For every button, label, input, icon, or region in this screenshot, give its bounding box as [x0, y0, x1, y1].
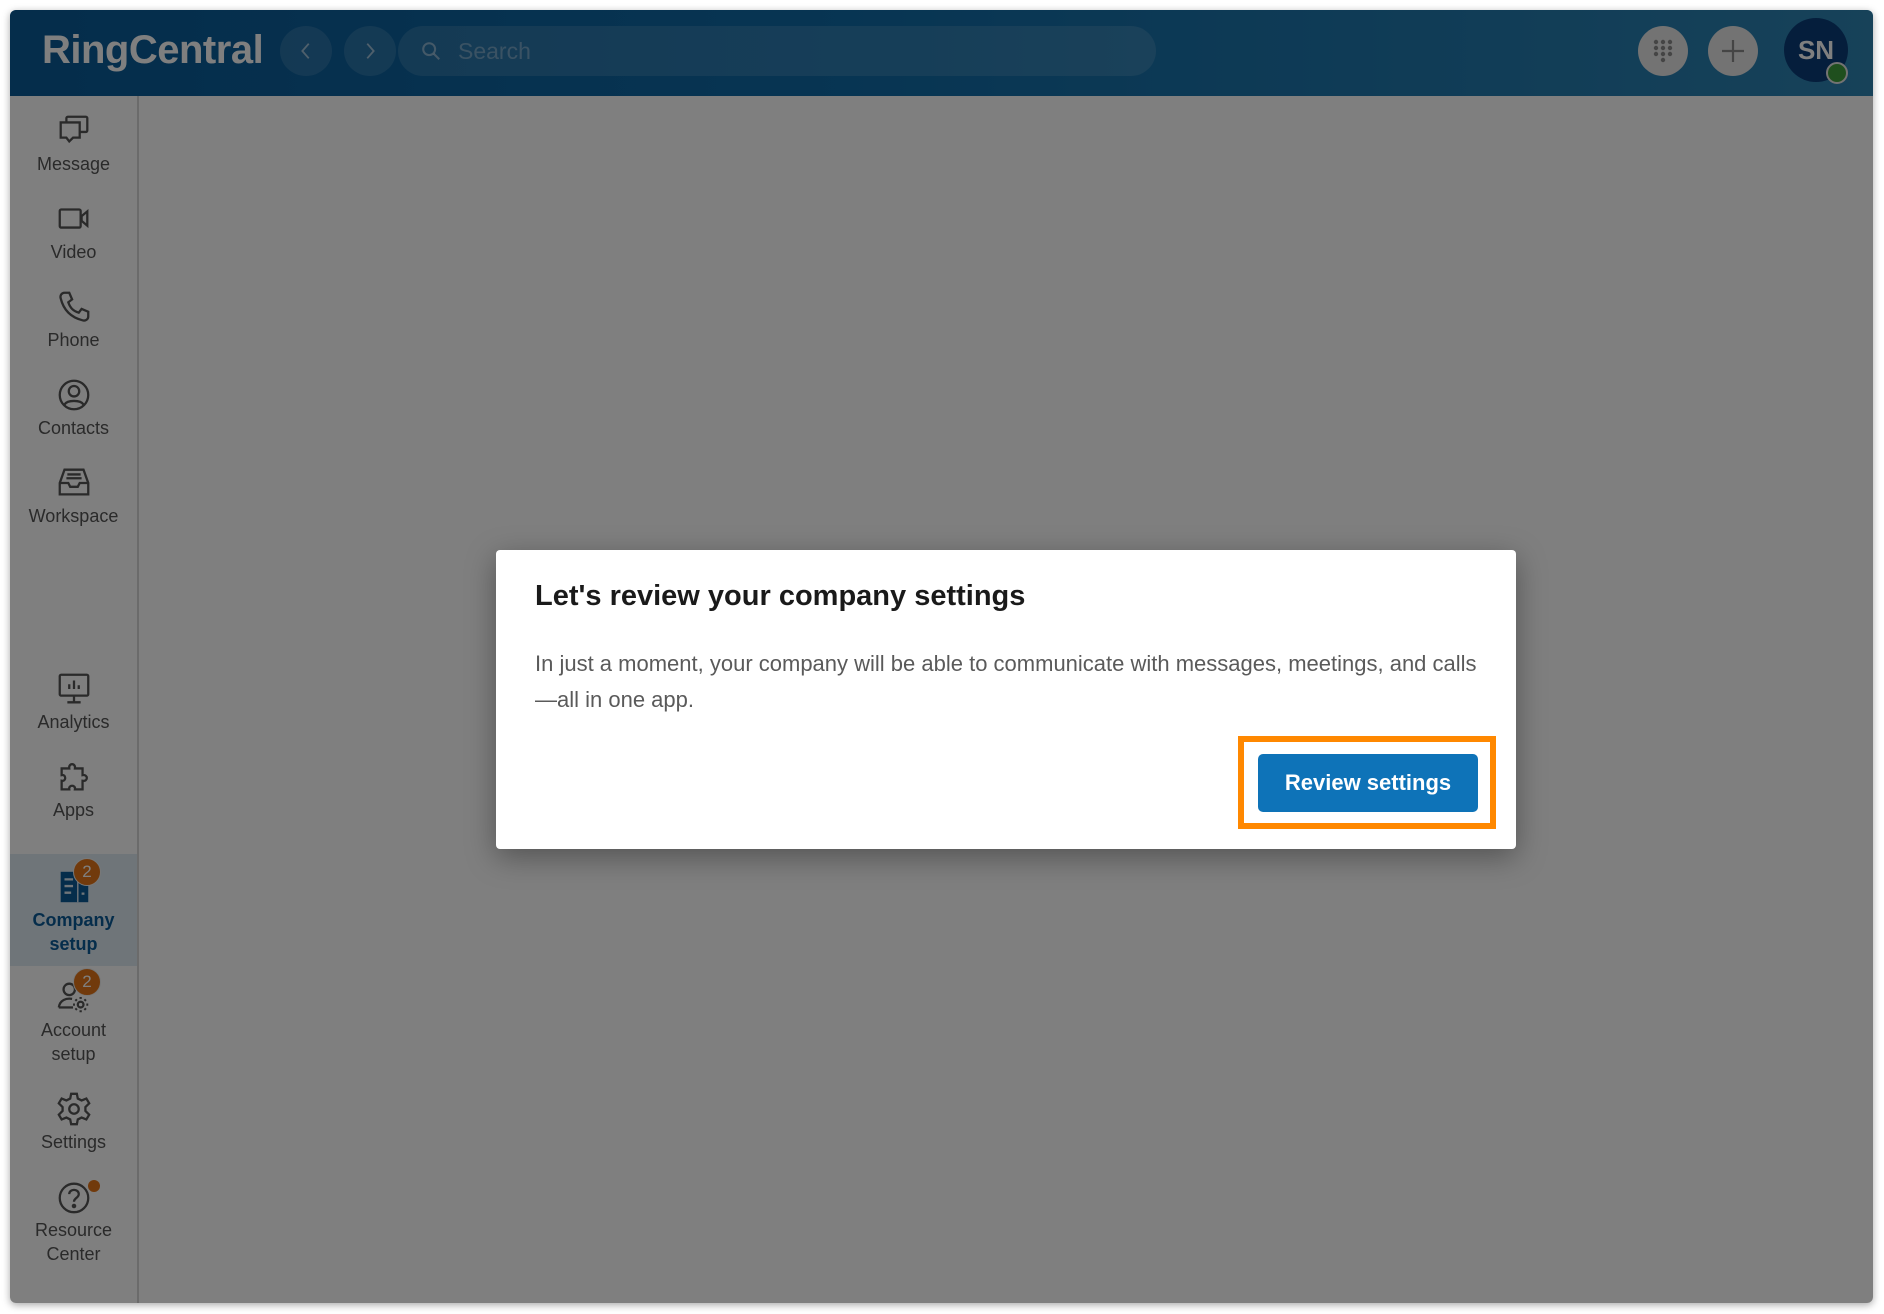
- dialog-body: In just a moment, your company will be a…: [535, 651, 1477, 712]
- company-settings-dialog: Let's review your company settings In ju…: [496, 550, 1516, 849]
- app-window: RingCentral SN: [10, 10, 1873, 1303]
- dialog-title: Let's review your company settings: [535, 580, 1026, 612]
- review-settings-button[interactable]: Review settings: [1258, 754, 1478, 812]
